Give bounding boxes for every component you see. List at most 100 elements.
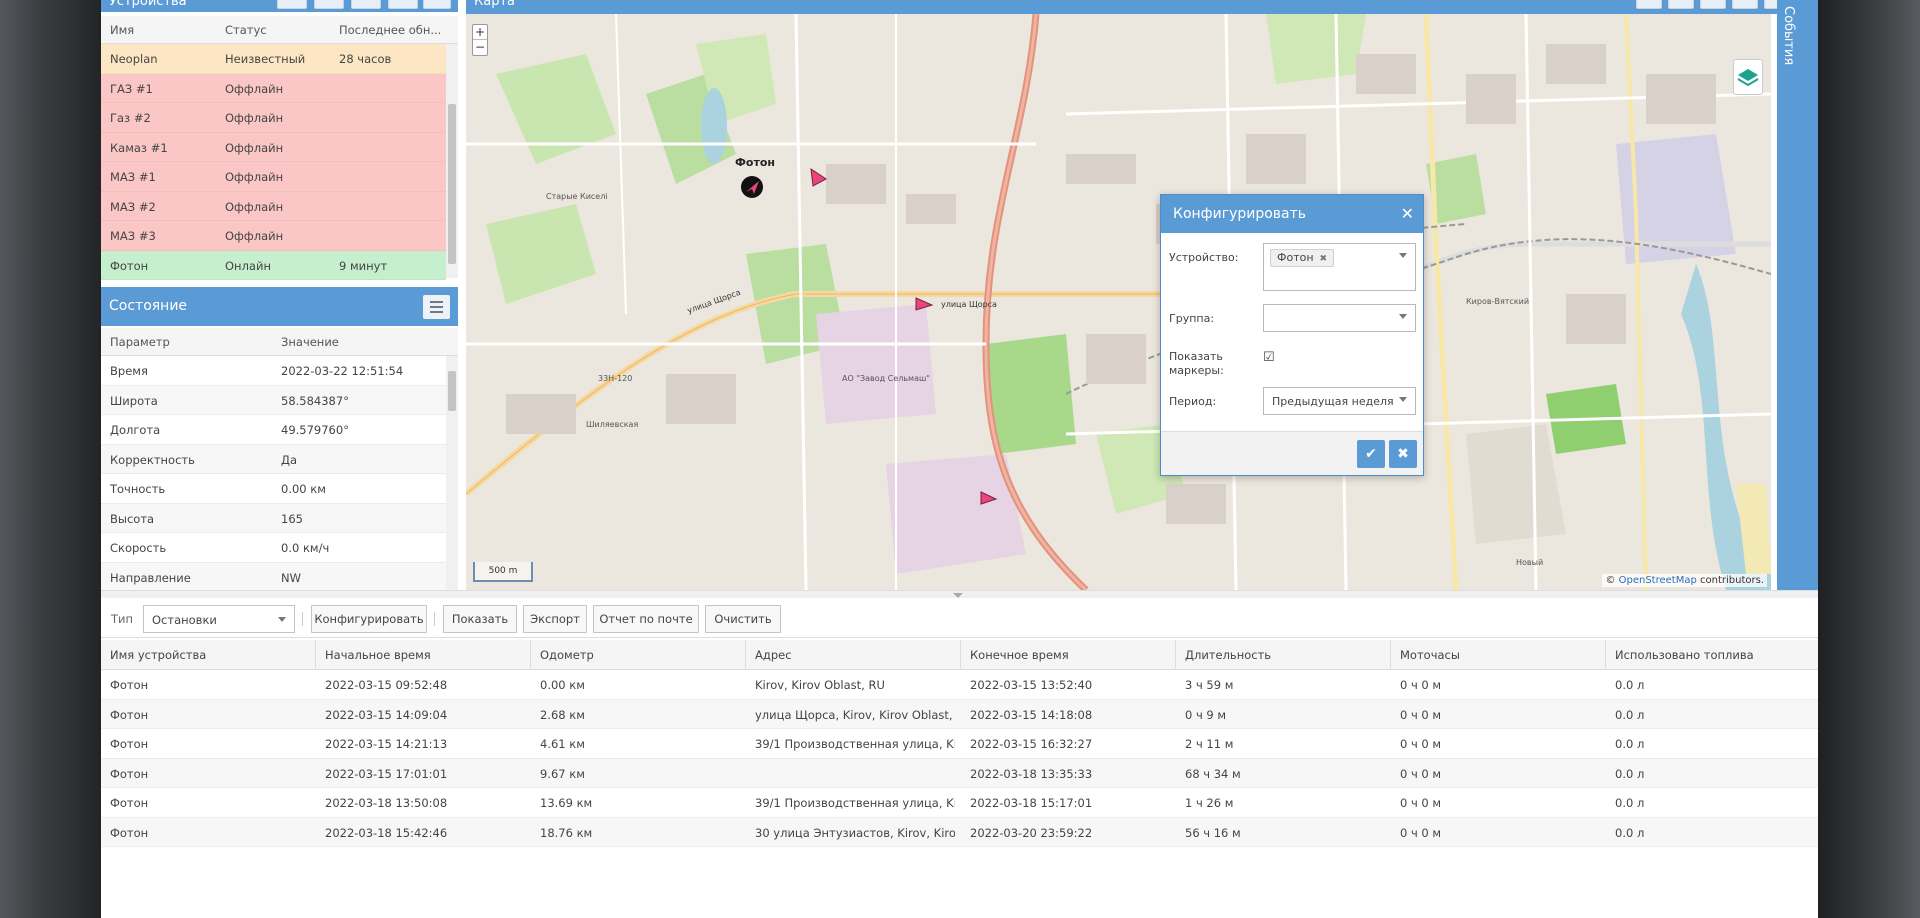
state-scroll-thumb[interactable] (448, 371, 456, 411)
column-address[interactable]: Адрес (755, 648, 792, 662)
collapse-arrow-icon[interactable] (953, 593, 963, 598)
column-name[interactable]: Имя (110, 23, 134, 37)
state-param: Корректность (110, 452, 195, 467)
group-select[interactable] (1263, 304, 1416, 332)
devices-header: Устройства (101, 0, 458, 12)
check-icon[interactable]: ✔ (1357, 440, 1385, 468)
device-row[interactable]: МАЗ #3 Оффлайн (101, 221, 446, 251)
state-row[interactable]: Направление NW (101, 562, 446, 592)
device-status: Онлайн (225, 258, 271, 273)
device-row[interactable]: ГАЗ #1 Оффлайн (101, 73, 446, 103)
column-odometer[interactable]: Одометр (540, 648, 594, 662)
device-select[interactable]: Фотон ✖ (1263, 243, 1416, 291)
cell-duration: 2 ч 11 м (1185, 737, 1234, 751)
device-row[interactable]: Фотон Онлайн 9 минут (101, 250, 446, 280)
state-value: 58.584387° (281, 393, 349, 408)
state-row[interactable]: Широта 58.584387° (101, 385, 446, 415)
column-parameter[interactable]: Параметр (110, 335, 170, 349)
device-row[interactable]: МАЗ #1 Оффлайн (101, 162, 446, 192)
period-select[interactable]: Предыдущая неделя (1263, 387, 1416, 415)
device-row[interactable]: Камаз #1 Оффлайн (101, 132, 446, 162)
area-label: Старые Киселі (546, 192, 608, 201)
devices-toolbar-button-3[interactable] (351, 0, 381, 9)
cell-odometer: 4.61 км (540, 737, 585, 751)
state-rows: Время 2022-03-22 12:51:54 Широта 58.584387… (101, 356, 446, 592)
cell-engine-hours: 0 ч 0 м (1400, 825, 1442, 840)
export-button[interactable]: Экспорт (523, 605, 587, 633)
device-row[interactable]: МАЗ #2 Оффлайн (101, 191, 446, 221)
devices-scroll-thumb[interactable] (448, 104, 456, 264)
cell-engine-hours: 0 ч 0 м (1400, 766, 1442, 781)
map-toolbar-button-3[interactable] (1700, 0, 1726, 9)
marker-label: Фотон (735, 156, 775, 169)
map-toolbar-button-2[interactable] (1668, 0, 1694, 9)
table-row[interactable]: Фотон 2022-03-15 14:09:04 2.68 км улица … (101, 699, 1818, 729)
remove-tag-icon[interactable]: ✖ (1320, 254, 1328, 264)
column-status[interactable]: Статус (225, 23, 267, 37)
report-rows: Фотон 2022-03-15 09:52:48 0.00 км Kirov,… (101, 670, 1818, 847)
column-duration[interactable]: Длительность (1185, 648, 1271, 662)
devices-toolbar-button-1[interactable] (277, 0, 307, 9)
table-row[interactable]: Фотон 2022-03-15 14:21:13 4.61 км 39/1 П… (101, 729, 1818, 759)
column-last-update[interactable]: Последнее обн... (339, 23, 441, 37)
close-icon[interactable]: ✖ (1389, 440, 1417, 468)
events-panel-collapsed[interactable]: События (1777, 0, 1818, 590)
devices-toolbar-button-5[interactable] (423, 0, 451, 9)
device-row[interactable]: Neoplan Неизвестный 28 часов (101, 44, 446, 74)
state-param: Широта (110, 393, 158, 408)
state-row[interactable]: Время 2022-03-22 12:51:54 (101, 356, 446, 386)
state-param: Точность (110, 482, 166, 496)
devices-toolbar-button-4[interactable] (388, 0, 418, 9)
state-row[interactable]: Скорость 0.0 км/ч (101, 533, 446, 563)
show-button[interactable]: Показать (443, 605, 517, 633)
chevron-down-icon (1399, 253, 1407, 258)
type-label: Тип (111, 612, 134, 626)
column-value[interactable]: Значение (281, 335, 339, 349)
openstreetmap-link[interactable]: OpenStreetMap (1619, 575, 1697, 586)
email-report-button[interactable]: Отчет по почте (593, 605, 699, 633)
state-param: Высота (110, 511, 155, 526)
devices-scrollbar[interactable] (446, 44, 458, 278)
panel-splitter[interactable] (101, 590, 1818, 598)
cell-fuel: 0.0 л (1615, 737, 1645, 751)
cell-end-time: 2022-03-15 13:52:40 (970, 678, 1093, 692)
table-row[interactable]: Фотон 2022-03-15 09:52:48 0.00 км Kirov,… (101, 670, 1818, 700)
column-end-time[interactable]: Конечное время (970, 648, 1069, 662)
state-scrollbar[interactable] (446, 356, 458, 590)
cell-odometer: 18.76 км (540, 825, 593, 840)
state-row[interactable]: Корректность Да (101, 444, 446, 474)
close-icon[interactable]: ✕ (1401, 204, 1414, 223)
table-row[interactable]: Фотон 2022-03-18 13:50:08 13.69 км 39/1 … (101, 788, 1818, 818)
map-header: Карта (466, 0, 1793, 14)
map-toolbar-button-4[interactable] (1732, 0, 1758, 9)
cell-start-time: 2022-03-15 17:01:01 (325, 766, 448, 781)
configure-button[interactable]: Конфигурировать (311, 605, 427, 633)
map[interactable]: Фотон улица Щорса улица Щорса Старые Кис… (466, 14, 1771, 590)
cell-duration: 1 ч 26 м (1185, 796, 1234, 810)
report-type-select[interactable]: Остановки (143, 605, 295, 633)
column-start-time[interactable]: Начальное время (325, 648, 431, 662)
devices-toolbar-button-2[interactable] (314, 0, 344, 9)
state-value: 0.0 км/ч (281, 541, 330, 555)
area-label: Новый (1516, 558, 1544, 567)
device-row[interactable]: Газ #2 Оффлайн (101, 103, 446, 133)
devices-rows: Neoplan Неизвестный 28 часов ГАЗ #1 Оффлайн… (101, 44, 446, 280)
column-engine-hours[interactable]: Моточасы (1400, 648, 1460, 662)
state-row[interactable]: Долгота 49.579760° (101, 415, 446, 445)
zoom-in-button[interactable]: + (473, 25, 487, 40)
show-markers-checkbox[interactable]: ☑ (1263, 351, 1277, 365)
table-row[interactable]: Фотон 2022-03-18 15:42:46 18.76 км 30 ул… (101, 817, 1818, 847)
state-row[interactable]: Высота 165 (101, 503, 446, 533)
layers-icon[interactable] (1733, 59, 1763, 95)
state-row[interactable]: Точность 0.00 км (101, 474, 446, 504)
menu-icon[interactable] (423, 295, 450, 319)
clear-button[interactable]: Очистить (705, 605, 781, 633)
map-toolbar-button-1[interactable] (1636, 0, 1662, 9)
cell-engine-hours: 0 ч 0 м (1400, 796, 1442, 810)
cell-fuel: 0.0 л (1615, 678, 1645, 692)
column-device-name[interactable]: Имя устройства (110, 648, 206, 662)
table-row[interactable]: Фотон 2022-03-15 17:01:01 9.67 км 2022-0… (101, 758, 1818, 788)
zoom-out-button[interactable]: − (473, 40, 487, 55)
period-value: Предыдущая неделя (1272, 395, 1394, 408)
column-fuel-used[interactable]: Использовано топлива (1615, 648, 1754, 662)
